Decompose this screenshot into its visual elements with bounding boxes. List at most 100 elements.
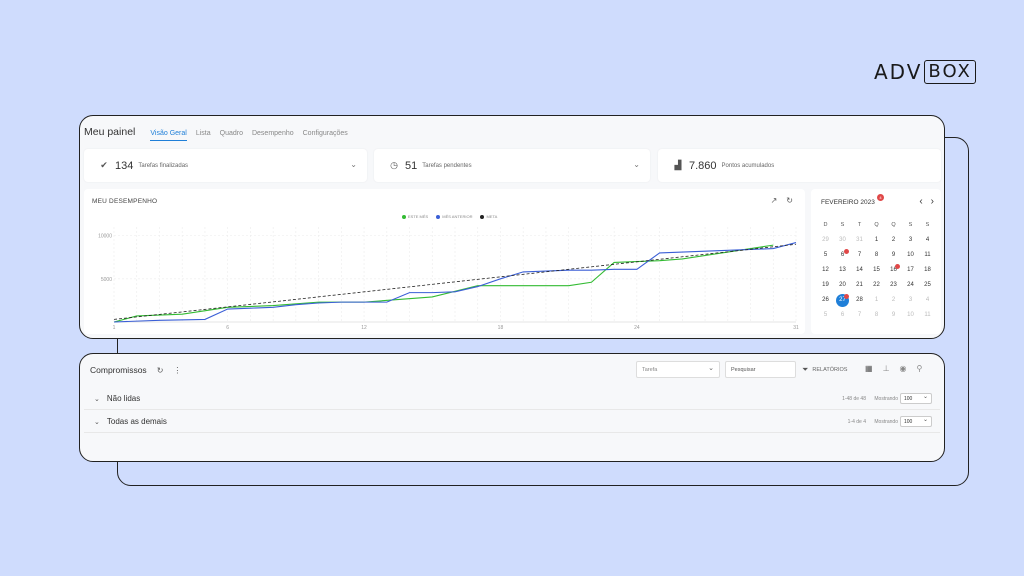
select-placeholder: Tarefa (642, 367, 658, 373)
calendar-day[interactable]: 8 (868, 308, 885, 323)
more-vertical-icon[interactable]: ⋮ (173, 366, 181, 375)
stat-tarefas-pendentes[interactable]: ◷ 51 Tarefas pendentes ⌄ (374, 149, 650, 182)
tab-configuracoes[interactable]: Configurações (303, 130, 348, 140)
logo-adv-text: ADV (874, 60, 923, 84)
calendar-day[interactable]: 29 (817, 233, 834, 248)
legend-item-este-mes[interactable]: ESTE MÊS (402, 214, 428, 219)
calendar-day[interactable]: 2 (885, 233, 902, 248)
chevron-down-icon[interactable]: ⌄ (633, 160, 640, 169)
chart-icon: ▟ (674, 160, 682, 170)
chart-legend: ESTE MÊS MÊS ANTERIOR META (402, 214, 497, 219)
calendar-day[interactable]: 21 (851, 278, 868, 293)
calendar-day[interactable]: 28 (851, 293, 868, 308)
stat-tarefas-finalizadas[interactable]: ✔ 134 Tarefas finalizadas ⌄ (84, 149, 367, 182)
calendar-day[interactable]: 12 (817, 263, 834, 278)
stamp-icon[interactable]: ⊥ (883, 364, 890, 373)
compromissos-title: Compromissos (90, 365, 147, 375)
trend-icon[interactable]: ↗ (771, 196, 778, 205)
stat-value: 7.860 (689, 159, 717, 172)
calendar-day[interactable]: 27 (834, 293, 851, 308)
calendar-day[interactable]: 25 (919, 278, 936, 293)
legend-item-mes-anterior[interactable]: MÊS ANTERIOR (436, 214, 472, 219)
stat-label: Pontos acumulados (721, 162, 775, 169)
stat-value: 51 (405, 159, 418, 172)
refresh-icon[interactable]: ↻ (786, 196, 793, 205)
calendar-day[interactable]: 11 (919, 308, 936, 323)
chevron-left-icon[interactable]: ‹ (919, 196, 922, 207)
calendar-day[interactable]: 11 (919, 248, 936, 263)
list-group-nao-lidas[interactable]: ⌄ Não lidas 1-48 de 48 Mostrando 100 (84, 388, 940, 410)
task-type-select[interactable]: Tarefa ⌄ (636, 361, 720, 378)
legend-label: MÊS ANTERIOR (442, 214, 473, 219)
calendar-day[interactable]: 24 (902, 278, 919, 293)
eye-icon[interactable]: ◉ (900, 364, 907, 373)
calendar-day[interactable]: 2 (885, 293, 902, 308)
calendar-day[interactable]: 22 (868, 278, 885, 293)
calendar-day[interactable]: 4 (919, 233, 936, 248)
calendar-day[interactable]: 17 (902, 263, 919, 278)
calendar-day[interactable]: 23 (885, 278, 902, 293)
calendar-day[interactable]: 26 (817, 293, 834, 308)
tab-lista[interactable]: Lista (196, 130, 211, 140)
performance-chart-card: 10000 5000 1 6 12 18 24 31 MEU DESEMPENHO ↗ ↻ E… (84, 189, 805, 334)
tab-quadro[interactable]: Quadro (220, 130, 243, 140)
calendar-day[interactable]: 30 (834, 233, 851, 248)
calendar-day[interactable]: 16 (885, 263, 902, 278)
calendar-day[interactable]: 1 (868, 293, 885, 308)
x-tick-label: 24 (634, 325, 640, 331)
calendar-day[interactable]: 4 (919, 293, 936, 308)
calendar-day[interactable]: 13 (834, 263, 851, 278)
user-icon[interactable]: ⚲ (917, 364, 923, 373)
stat-pontos-acumulados: ▟ 7.860 Pontos acumulados (658, 149, 941, 182)
calendar-day[interactable]: 5 (817, 308, 834, 323)
y-tick-label: 5000 (101, 277, 112, 283)
stat-label: Tarefas finalizadas (138, 162, 189, 169)
advbox-logo: ADV BOX (874, 60, 976, 84)
calendar-day[interactable]: 7 (851, 308, 868, 323)
logo-box-text: BOX (924, 60, 976, 84)
page-size-select[interactable]: 100 (900, 416, 932, 427)
calendar-day[interactable]: 31 (851, 233, 868, 248)
reports-button[interactable]: ⏷ RELATÓRIOS (802, 365, 847, 375)
calendar-day[interactable]: 19 (817, 278, 834, 293)
calendar-day[interactable]: 5 (817, 248, 834, 263)
chevron-right-icon[interactable]: › (931, 196, 934, 207)
calendar-day[interactable]: 8 (868, 248, 885, 263)
tab-desempenho[interactable]: Desempenho (252, 130, 294, 140)
calendar-day[interactable]: 10 (902, 248, 919, 263)
chevron-down-icon[interactable]: ⌄ (94, 395, 100, 403)
group-name: Todas as demais (106, 417, 167, 426)
refresh-icon[interactable]: ↻ (157, 366, 164, 375)
page-size-select[interactable]: 100 (900, 393, 932, 404)
x-tick-label: 1 (113, 325, 116, 331)
calendar-day[interactable]: 7 (851, 248, 868, 263)
series-line-mês-anterior (113, 242, 797, 323)
reports-label: RELATÓRIOS (812, 367, 848, 373)
calendar-day[interactable]: 6 (834, 248, 851, 263)
chevron-down-icon[interactable]: ⌄ (350, 160, 357, 169)
chevron-down-icon: ⌄ (708, 365, 714, 372)
legend-label: META (486, 214, 498, 219)
calendar-day[interactable]: 14 (851, 263, 868, 278)
calendar-day[interactable]: 3 (902, 233, 919, 248)
calendar-day[interactable]: 3 (902, 293, 919, 308)
calendar-icon[interactable]: ▦ (865, 364, 873, 373)
chart-tools: ↗ ↻ (771, 196, 793, 205)
x-tick-label: 31 (793, 325, 799, 331)
calendar-day[interactable]: 10 (902, 308, 919, 323)
search-input[interactable]: Pesquisar (725, 361, 796, 378)
calendar-day[interactable]: 9 (885, 248, 902, 263)
calendar-day[interactable]: 1 (868, 233, 885, 248)
chevron-down-icon[interactable]: ⌄ (94, 418, 100, 426)
stat-label: Tarefas pendentes (422, 162, 472, 169)
calendar-day[interactable]: 15 (868, 263, 885, 278)
calendar-day[interactable]: 6 (834, 308, 851, 323)
tab-visao-geral[interactable]: Visão Geral (150, 130, 187, 141)
legend-item-meta[interactable]: META (480, 214, 497, 219)
calendar-day[interactable]: 20 (834, 278, 851, 293)
list-group-todas-as-demais[interactable]: ⌄ Todas as demais 1-4 de 4 Mostrando 100 (84, 411, 940, 433)
calendar-nav: ‹ › (919, 196, 934, 207)
search-placeholder: Pesquisar (731, 367, 756, 373)
calendar-day[interactable]: 18 (919, 263, 936, 278)
calendar-day[interactable]: 9 (885, 308, 902, 323)
